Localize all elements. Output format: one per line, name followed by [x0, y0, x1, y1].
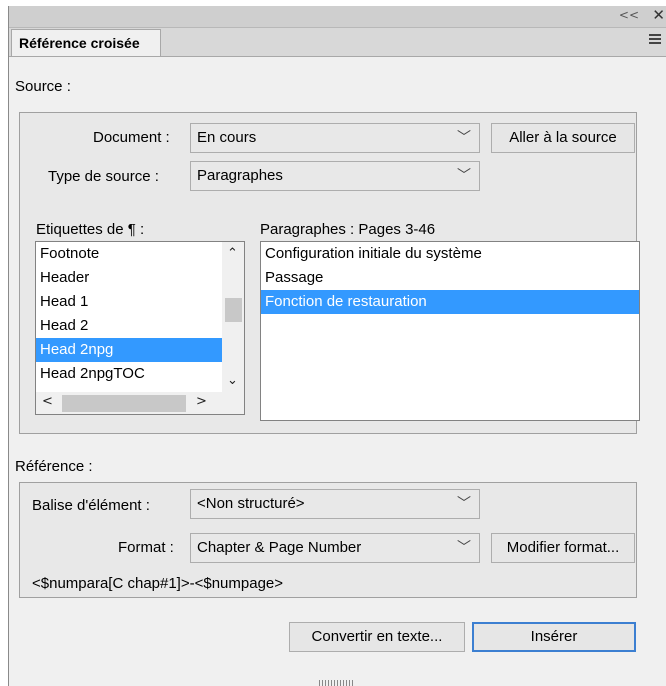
go-to-source-button[interactable]: Aller à la source: [491, 123, 635, 153]
scroll-up-icon[interactable]: ⌃: [227, 246, 238, 261]
tag-list-item[interactable]: Head 2npg: [36, 338, 244, 362]
format-label: Format :: [118, 539, 174, 556]
scroll-down-icon[interactable]: ⌄: [227, 373, 238, 388]
tags-listbox[interactable]: Footnote Header Head 1 Head 2 Head 2npg Head …: [35, 241, 245, 415]
tags-horizontal-scrollbar[interactable]: < >: [36, 392, 244, 414]
chevron-down-icon: ﹀: [457, 168, 471, 184]
tag-list-item[interactable]: Head 2: [36, 314, 244, 338]
tags-vscroll-thumb[interactable]: [225, 298, 242, 322]
paragraphs-list: Configuration initiale du système Passage…: [261, 242, 639, 314]
tag-list-item[interactable]: Head 2npgTOC: [36, 362, 244, 386]
reference-group: Balise d'élément : <Non structuré> ﹀ For…: [19, 482, 637, 598]
chevron-down-icon: ﹀: [457, 130, 471, 146]
paragraphs-label: Paragraphes : Pages 3-46: [260, 221, 436, 238]
element-tag-label: Balise d'élément :: [32, 497, 150, 514]
tags-hscroll-thumb[interactable]: [62, 395, 186, 412]
reference-heading: Référence :: [15, 458, 93, 475]
document-label: Document :: [93, 129, 170, 146]
resize-grip-icon[interactable]: [319, 680, 353, 686]
document-select-value: En cours: [197, 129, 257, 146]
tags-label: Etiquettes de ¶ :: [36, 221, 145, 238]
insert-button[interactable]: Insérer: [472, 622, 636, 652]
tag-list-item[interactable]: Head 1: [36, 290, 244, 314]
scroll-left-icon[interactable]: <: [42, 394, 53, 409]
paragraph-list-item[interactable]: Fonction de restauration: [261, 290, 639, 314]
panel-menu-icon[interactable]: [649, 34, 661, 45]
source-type-select[interactable]: Paragraphes ﹀: [190, 161, 480, 191]
format-code-text: <$numpara[C chap#1]>-<$numpage>: [32, 575, 284, 592]
chevron-down-icon: ﹀: [457, 540, 471, 556]
tag-list-item[interactable]: Footnote: [36, 242, 244, 266]
tab-row: Référence croisée: [9, 28, 666, 57]
tag-list-item[interactable]: Header: [36, 266, 244, 290]
source-heading: Source :: [15, 78, 71, 95]
document-select[interactable]: En cours ﹀: [190, 123, 480, 153]
scroll-right-icon[interactable]: >: [196, 394, 207, 409]
convert-to-text-button[interactable]: Convertir en texte...: [289, 622, 465, 652]
panel-title-bar: << ✕: [9, 6, 666, 28]
element-tag-value: <Non structuré>: [197, 495, 305, 512]
source-type-label: Type de source :: [48, 168, 159, 185]
format-select-value: Chapter & Page Number: [197, 539, 362, 556]
modify-format-button[interactable]: Modifier format...: [491, 533, 635, 563]
tags-list: Footnote Header Head 1 Head 2 Head 2npg Head …: [36, 242, 244, 386]
collapse-panel-icon[interactable]: <<: [619, 8, 639, 22]
element-tag-select[interactable]: <Non structuré> ﹀: [190, 489, 480, 519]
chevron-down-icon: ﹀: [457, 496, 471, 512]
paragraphs-listbox[interactable]: Configuration initiale du système Passage…: [260, 241, 640, 421]
tab-cross-reference[interactable]: Référence croisée: [11, 29, 161, 56]
source-type-value: Paragraphes: [197, 167, 283, 184]
cross-reference-panel: << ✕ Référence croisée Source : Document…: [8, 6, 666, 686]
source-group: Document : En cours ﹀ Aller à la source …: [19, 112, 640, 434]
close-icon[interactable]: ✕: [652, 6, 665, 24]
tags-vertical-scrollbar[interactable]: ⌃ ⌄: [222, 242, 244, 392]
paragraph-list-item[interactable]: Passage: [261, 266, 639, 290]
paragraph-list-item[interactable]: Configuration initiale du système: [261, 242, 639, 266]
format-select[interactable]: Chapter & Page Number ﹀: [190, 533, 480, 563]
